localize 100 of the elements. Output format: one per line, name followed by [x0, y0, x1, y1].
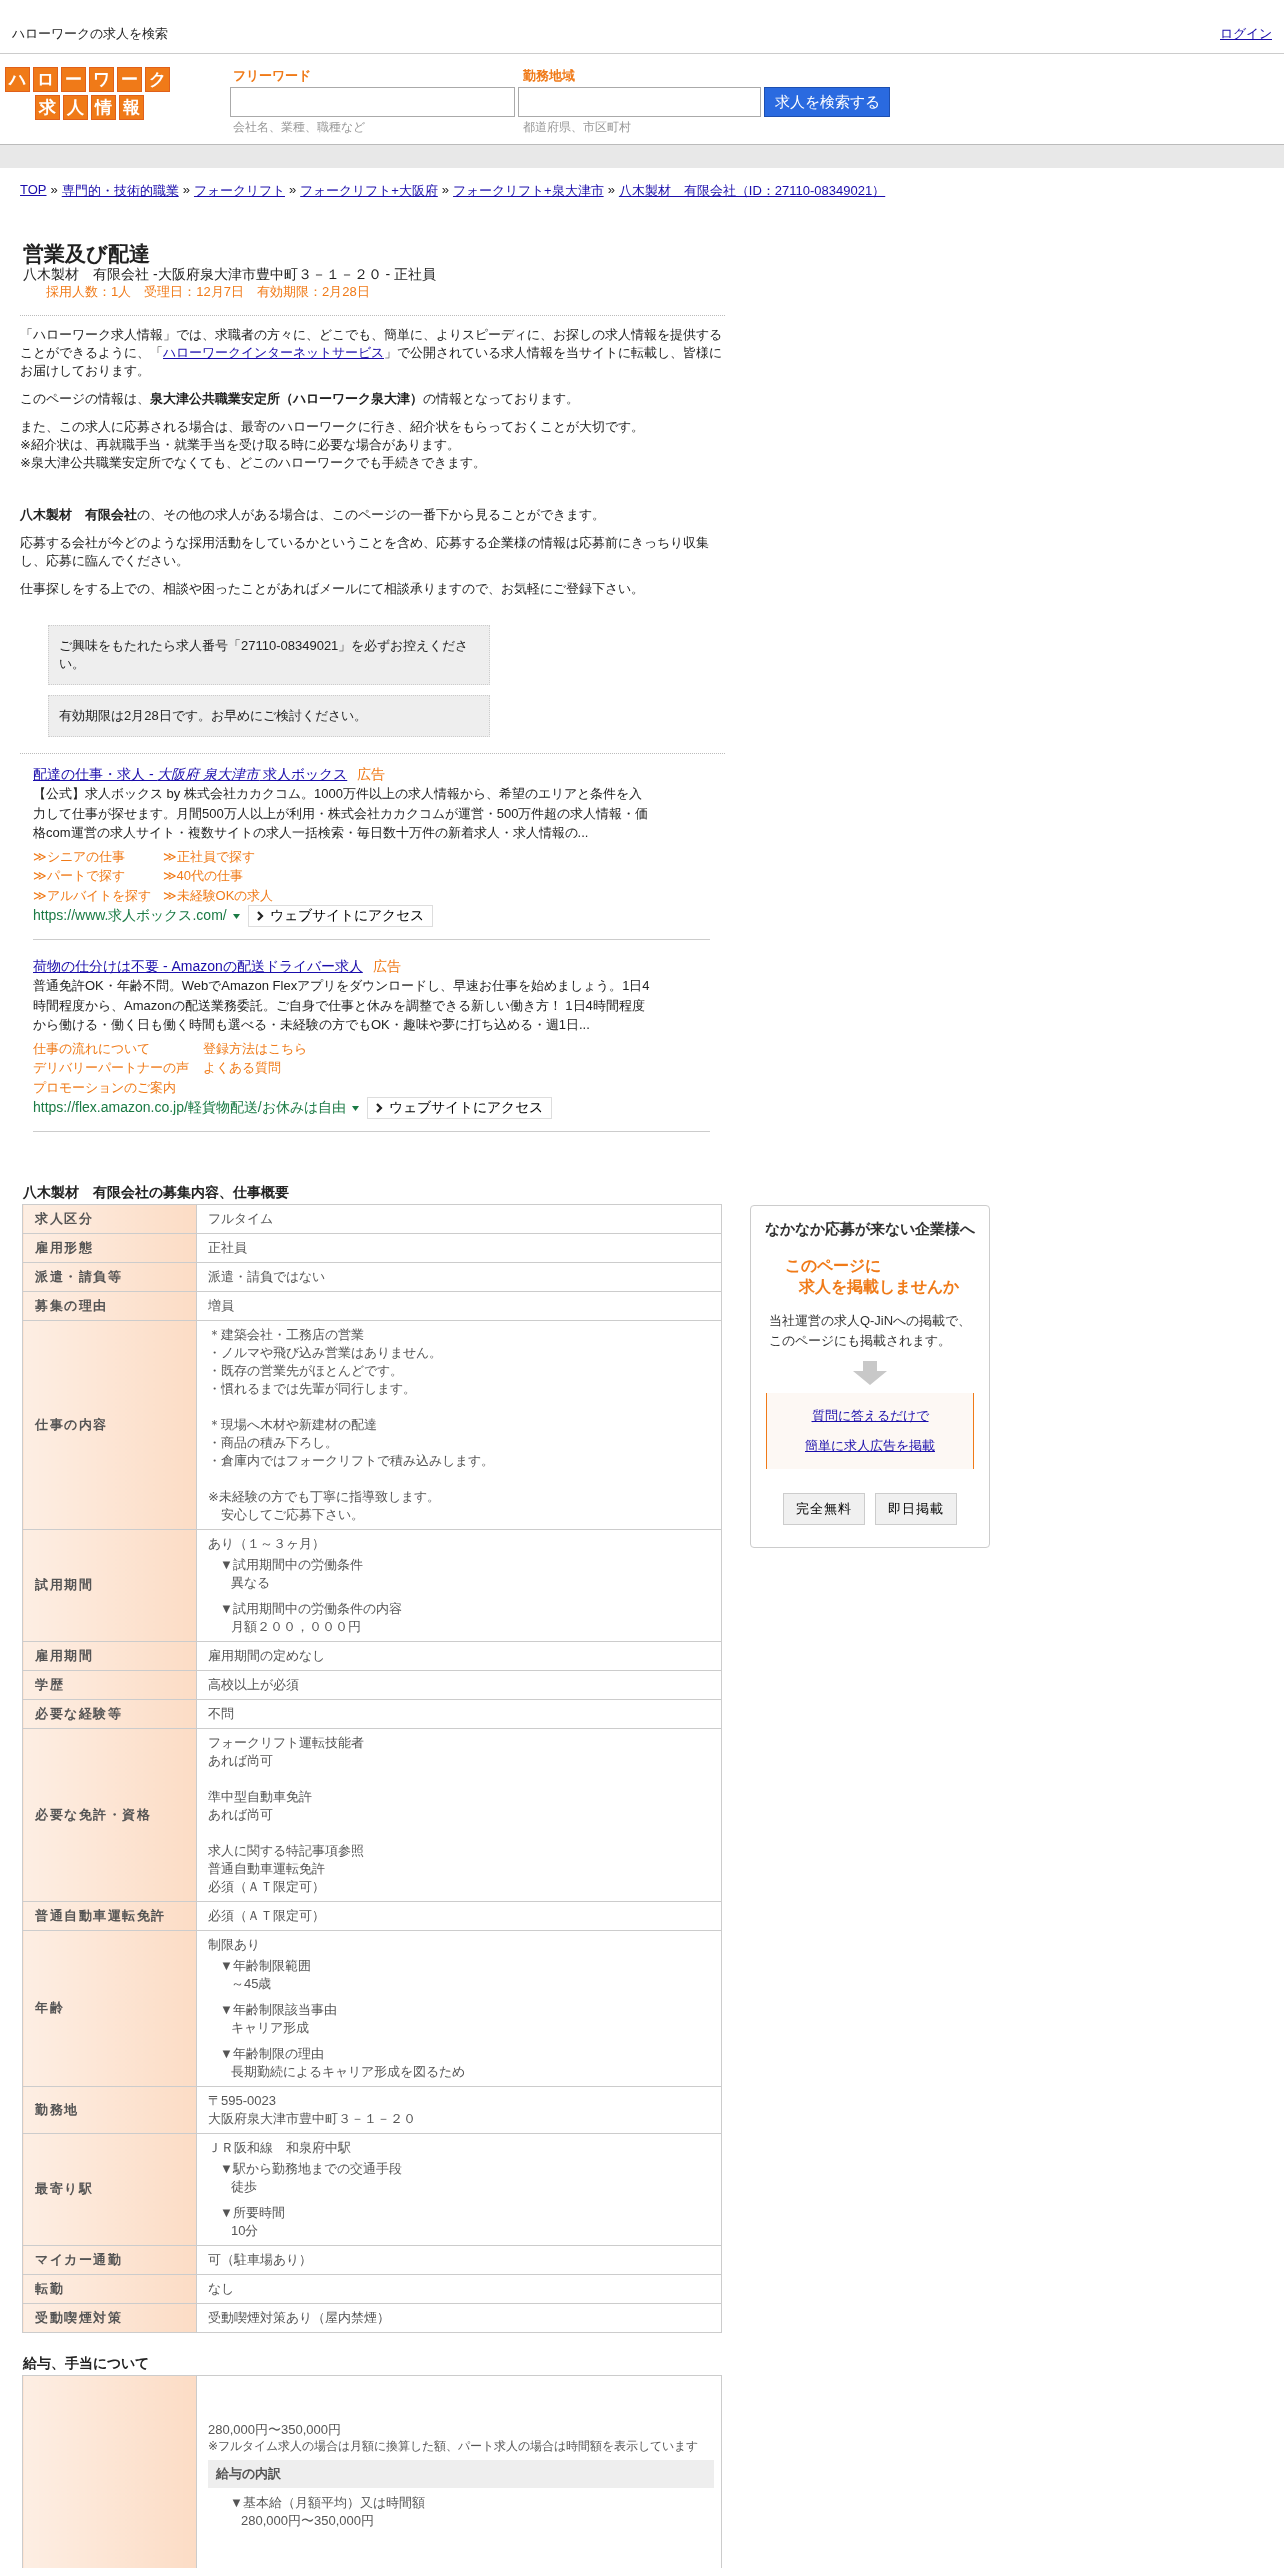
row-value: 必須（ＡＴ限定可） — [196, 1901, 722, 1931]
row-label: 募集の理由 — [22, 1291, 197, 1321]
breadcrumb-link[interactable]: フォークリフト+泉大津市 — [453, 182, 604, 200]
row-value: 高校以上が必須 — [196, 1670, 722, 1700]
row-label: マイカー通勤 — [22, 2245, 197, 2275]
logo-letter: 情 — [91, 95, 116, 120]
intro-paragraph: このページの情報は、泉大津公共職業安定所（ハローワーク泉大津）の情報となっております。 — [20, 390, 580, 408]
row-label: 必要な免許・資格 — [22, 1728, 197, 1902]
row-label: 試用期間 — [22, 1529, 197, 1642]
logo-letter: ハ — [5, 67, 30, 92]
panel-headline: 求人を掲載しませんか — [797, 1277, 959, 1297]
intro-paragraph: 仕事探しをする上での、相談や困ったことがあればメールにて相談承りますので、お気軽にご登録下さい。 — [20, 580, 645, 598]
field-hint: 都道府県、市区町村 — [522, 119, 632, 136]
chevron-icon — [375, 1103, 383, 1113]
panel-headline: このページに — [785, 1256, 882, 1276]
job-subtitle: 八木製材 有限会社 -大阪府泉大津市豊中町３－１－２０ - 正社員 — [23, 266, 437, 283]
intro-paragraph: 応募する会社が今どのような採用活動をしているかということを含め、応募する企業様の情報は応募前にきっちり収集し、応募に臨んでください。 — [20, 534, 710, 570]
login-link[interactable]: ログイン — [1220, 24, 1272, 43]
visit-website-button[interactable]: ウェブサイトにアクセス — [366, 1097, 552, 1119]
field-label: 勤務地域 — [522, 67, 576, 85]
chevron-icon — [256, 911, 264, 921]
site-title: ハローワークの求人を検索 — [12, 24, 168, 43]
breadcrumb-link[interactable]: フォークリフト — [193, 182, 285, 200]
row-value: 受動喫煙対策あり（屋内禁煙） — [196, 2303, 722, 2333]
ad-label: 広告 — [372, 957, 401, 976]
search-field[interactable] — [518, 87, 761, 117]
visit-website-button[interactable]: ウェブサイトにアクセス — [247, 905, 433, 927]
breadcrumb-separator: » — [288, 182, 297, 199]
row-label: 年齢 — [22, 1930, 197, 2087]
ad-description: 普通免許OK・年齢不問。WebでAmazon Flexアプリをダウンロードし、早速お仕事を始めましょう。1日4時間程度から、Amazonの配送業務委託。ご自身で仕事と休みを調整できる新しい働き方！ 1日4時間程度から働ける・働く日も働く時間も選べる・未経験の方でもOK・趣味や夢に打ち込める・週1日... — [33, 977, 651, 1034]
breadcrumb-link[interactable]: 八木製材 有限会社（ID：27110-08349021） — [618, 182, 886, 200]
row-label: 求人区分 — [22, 1204, 197, 1234]
breadcrumb-link[interactable]: TOP — [20, 182, 47, 200]
logo-letter: 報 — [119, 95, 144, 120]
row-label: 学歴 — [22, 1670, 197, 1700]
logo-letter: ロ — [33, 67, 58, 92]
row-label: 最寄り駅 — [22, 2133, 197, 2246]
caret-icon[interactable] — [351, 1105, 359, 1111]
breakdown-heading: 給与の内訳 — [208, 2460, 714, 2488]
row-label: 仕事の内容 — [22, 1320, 197, 1530]
breadcrumb-link[interactable]: 専門的・技術的職業 — [61, 182, 179, 200]
ad-title-link[interactable]: 配達の仕事・求人 - 大阪府 泉大津市 求人ボックス — [33, 764, 348, 784]
intro-paragraph: 「ハローワーク求人情報」では、求職者の方々に、どこでも、簡単に、よりスピーディに、お探しの求人情報を提供することができるように、「ハローワークインターネットサービス」で公開されている求人情報を当サイトに転載し、皆様にお届けしております。 — [20, 326, 723, 380]
panel-link[interactable]: 質問に答えるだけで — [811, 1407, 929, 1425]
row-value: あり（１～３ヶ月） ▼試用期間中の労働条件 異なる ▼試用期間中の労働条件の内容 月額２００，０００円 — [196, 1529, 722, 1642]
down-arrow-icon — [853, 1361, 887, 1385]
row-value: なし — [196, 2274, 722, 2304]
row-value: フルタイム — [196, 1204, 722, 1234]
panel-title: なかなか応募が来ない企業様へ — [765, 1220, 975, 1239]
notice-box: ご興味をもたれたら求人番号「27110-08349021」を必ずお控えください。 — [48, 625, 490, 685]
logo-letter: 人 — [63, 95, 88, 120]
intro-paragraph: 八木製材 有限会社の、その他の求人がある場合は、このページの一番下から見ることができます。 — [20, 506, 606, 524]
feature-button[interactable]: 即日掲載 — [875, 1493, 957, 1525]
row-label: 転勤 — [22, 2274, 197, 2304]
row-value: 可（駐車場あり） — [196, 2245, 722, 2275]
row-value: 〒595-0023 大阪府泉大津市豊中町３－１－２０ — [196, 2086, 722, 2134]
service-link[interactable]: ハローワークインターネットサービス — [163, 345, 384, 360]
row-value: 制限あり ▼年齢制限範囲 ～45歳 ▼年齢制限該当事由 キャリア形成 ▼年齢制限の理由 長期勤続によるキャリア形成を図るため — [196, 1930, 722, 2087]
breadcrumb-separator: » — [50, 182, 58, 199]
logo-letter: ク — [145, 67, 170, 92]
search-field[interactable] — [230, 87, 515, 117]
row-label: 普通自動車運転免許 — [22, 1901, 197, 1931]
field-hint: 会社名、業種、職種など — [232, 119, 366, 136]
panel-description: 当社運営の求人Q-JiNへの掲載で、 このページにも掲載されます。 — [768, 1312, 972, 1350]
intro-paragraph: ※泉大津公共職業安定所でなくても、どこのハローワークでも手続きできます。 — [20, 454, 487, 472]
job-title: 営業及び配達 — [23, 242, 151, 266]
salary-note: ※フルタイム求人の場合は月額に換算した額、パート求人の場合は時間額を表示しています — [208, 2439, 700, 2454]
row-value: ＪＲ阪和線 和泉府中駅 ▼駅から勤務地までの交通手段 徒歩 ▼所要時間 10分 — [196, 2133, 722, 2246]
feature-button[interactable]: 完全無料 — [783, 1493, 865, 1525]
section-heading: 八木製材 有限会社の募集内容、仕事概要 — [23, 1183, 290, 1202]
row-label: 雇用期間 — [22, 1641, 197, 1671]
ad-url-link[interactable]: https://flex.amazon.co.jp/軽貨物配送/お休みは自由 — [33, 1099, 346, 1117]
row-value: 正社員 — [196, 1233, 722, 1263]
logo-letter: ー — [61, 67, 86, 92]
logo-letter: ワ — [89, 67, 114, 92]
breadcrumb-separator: » — [607, 182, 615, 199]
row-label: 必要な経験等 — [22, 1699, 197, 1729]
row-label: 受動喫煙対策 — [22, 2303, 197, 2333]
ad-label: 広告 — [357, 765, 386, 784]
row-value: フォークリフト運転技能者 あれば尚可 準中型自動車免許 あれば尚可 求人に関する特記事項参照 普通自動車運転免許 必須（ＡＴ限定可） — [196, 1728, 722, 1902]
ad-url-link[interactable]: https://www.求人ボックス.com/ — [33, 907, 227, 925]
row-label: 雇用形態 — [22, 1233, 197, 1263]
breadcrumb-link[interactable]: フォークリフト+大阪府 — [300, 182, 438, 200]
row-value: 増員 — [196, 1291, 722, 1321]
field-label: フリーワード — [232, 67, 312, 85]
salary-amount: 280,000円〜350,000円 — [208, 2421, 342, 2439]
logo-letter: ー — [117, 67, 142, 92]
row-value: 雇用期間の定めなし — [196, 1641, 722, 1671]
notice-box: 有効期限は2月28日です。お早めにご検討ください。 — [48, 695, 490, 737]
row-label: 派遣・請負等 — [22, 1262, 197, 1292]
search-button[interactable]: 求人を検索する — [764, 87, 890, 117]
panel-link[interactable]: 簡単に求人広告を掲載 — [805, 1437, 935, 1455]
row-value: 不問 — [196, 1699, 722, 1729]
row-value: 派遣・請負ではない — [196, 1262, 722, 1292]
row-label: 勤務地 — [22, 2086, 197, 2134]
breadcrumb-separator: » — [441, 182, 450, 199]
row-value: ＊建築会社・工務店の営業 ・ノルマや飛び込み営業はありません。 ・既存の営業先がほとんどです。 ・慣れるまでは先輩が同行します。 ＊現場へ木材や新建材の配達 ・商品の積み下ろし。 ・倉庫内ではフォークリフトで積み込みします。 ※未経験の方でも丁寧に指導致します。 安心してご応募下さい。 — [196, 1320, 722, 1530]
caret-icon[interactable] — [232, 913, 240, 919]
ad-title-link[interactable]: 荷物の仕分けは不要 - Amazonの配送ドライバー求人 — [33, 956, 363, 976]
logo-letter: 求 — [35, 95, 60, 120]
